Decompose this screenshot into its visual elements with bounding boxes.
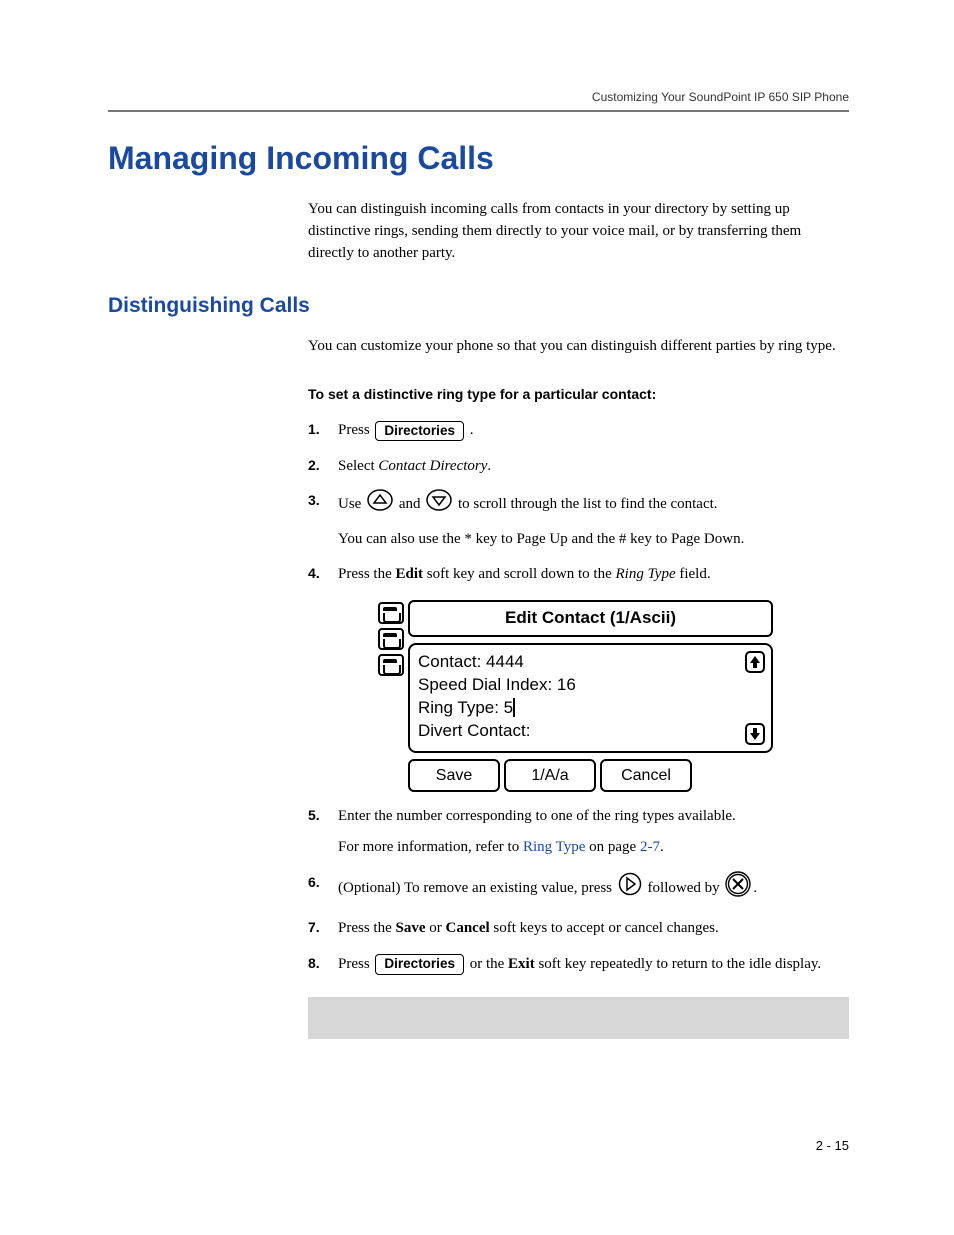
- heading-managing-incoming-calls: Managing Incoming Calls: [108, 140, 849, 177]
- directories-button-label: Directories: [384, 956, 455, 971]
- step-3-text-c: to scroll through the list to find the c…: [454, 496, 717, 512]
- step-5-sub-c: on page: [585, 839, 640, 855]
- step-3-text-a: Use: [338, 496, 365, 512]
- step-1-text-a: Press: [338, 422, 373, 438]
- page-number: 2 - 15: [816, 1138, 849, 1153]
- steps-list: Press Directories . Select Contact Direc…: [308, 418, 849, 977]
- step-4-text-e: field.: [676, 566, 711, 582]
- page-ref-link[interactable]: 2-7: [640, 839, 660, 855]
- step-5-sub: For more information, refer to Ring Type…: [338, 835, 849, 861]
- cancel-softkey-name: Cancel: [446, 920, 490, 936]
- contact-directory-menu-name: Contact Directory: [378, 458, 487, 474]
- step-1-text-b: .: [466, 422, 474, 438]
- sub-intro-paragraph: You can customize your phone so that you…: [308, 336, 849, 358]
- step-6-text-c: .: [753, 880, 757, 896]
- step-5: Enter the number corresponding to one of…: [308, 804, 849, 861]
- lcd-divert-line: Divert Contact:: [418, 720, 763, 743]
- step-5-sub-e: .: [660, 839, 664, 855]
- lcd-ring-type-line: Ring Type: 5: [418, 697, 763, 720]
- edit-softkey-name: Edit: [396, 566, 424, 582]
- gray-band: [308, 997, 849, 1039]
- directories-button-label: Directories: [384, 423, 455, 438]
- step-2-text-c: .: [487, 458, 491, 474]
- lcd-screenshot: Edit Contact (1/Ascii) Contact: 4444 Spe…: [378, 600, 849, 792]
- exit-softkey-name: Exit: [508, 956, 535, 972]
- ring-type-field-name: Ring Type: [615, 566, 675, 582]
- step-2: Select Contact Directory.: [308, 454, 849, 480]
- step-1: Press Directories .: [308, 418, 849, 444]
- step-8-text-d: soft key repeatedly to return to the idl…: [535, 956, 821, 972]
- step-4: Press the Edit soft key and scroll down …: [308, 562, 849, 792]
- step-4-text-a: Press the: [338, 566, 396, 582]
- step-8: Press Directories or the Exit soft key r…: [308, 952, 849, 978]
- step-6: (Optional) To remove an existing value, …: [308, 871, 849, 907]
- step-7-text-e: soft keys to accept or cancel changes.: [490, 920, 719, 936]
- directories-button: Directories: [375, 421, 464, 442]
- up-arrow-icon: [367, 489, 393, 521]
- step-3-sub: You can also use the * key to Page Up an…: [338, 527, 849, 553]
- lcd-body: Contact: 4444 Speed Dial Index: 16 Ring …: [408, 643, 773, 753]
- down-arrow-icon: [426, 489, 452, 521]
- text-cursor-icon: [513, 698, 515, 717]
- step-5-text-a: Enter the number corresponding to one of…: [338, 808, 736, 824]
- scroll-up-icon: [745, 651, 765, 673]
- running-header: Customizing Your SoundPoint IP 650 SIP P…: [108, 90, 849, 104]
- intro-paragraph: You can distinguish incoming calls from …: [308, 199, 849, 264]
- instruction-heading: To set a distinctive ring type for a par…: [308, 384, 849, 404]
- directories-button: Directories: [375, 954, 464, 975]
- softkey-mode: 1/A/a: [504, 759, 596, 792]
- softkey-save: Save: [408, 759, 500, 792]
- step-2-text-a: Select: [338, 458, 378, 474]
- phone-line-icon: [378, 602, 404, 624]
- step-5-sub-a: For more information, refer to: [338, 839, 523, 855]
- header-rule: [108, 110, 849, 112]
- lcd-contact-line: Contact: 4444: [418, 651, 763, 674]
- lcd-speed-dial-line: Speed Dial Index: 16: [418, 674, 763, 697]
- ring-type-link[interactable]: Ring Type: [523, 839, 585, 855]
- delete-x-icon: [725, 871, 751, 907]
- step-6-text-b: followed by: [644, 880, 724, 896]
- step-7-text-c: or: [426, 920, 446, 936]
- phone-line-icon: [378, 628, 404, 650]
- step-3-text-b: and: [395, 496, 424, 512]
- lcd-title: Edit Contact (1/Ascii): [408, 600, 773, 637]
- phone-line-icon: [378, 654, 404, 676]
- lcd-line-icons: [378, 600, 408, 792]
- scroll-down-icon: [745, 723, 765, 745]
- save-softkey-name: Save: [396, 920, 426, 936]
- softkey-cancel: Cancel: [600, 759, 692, 792]
- step-8-text-b: or the: [466, 956, 508, 972]
- right-arrow-icon: [618, 872, 642, 906]
- step-8-text-a: Press: [338, 956, 373, 972]
- step-3: Use and to scroll through the list to fi…: [308, 489, 849, 552]
- lcd-ring-type-text: Ring Type: 5: [418, 698, 513, 717]
- step-7-text-a: Press the: [338, 920, 396, 936]
- step-6-text-a: (Optional) To remove an existing value, …: [338, 880, 616, 896]
- step-7: Press the Save or Cancel soft keys to ac…: [308, 916, 849, 942]
- lcd-softkeys: Save 1/A/a Cancel: [408, 759, 773, 792]
- heading-distinguishing-calls: Distinguishing Calls: [108, 294, 849, 318]
- step-4-text-c: soft key and scroll down to the: [423, 566, 615, 582]
